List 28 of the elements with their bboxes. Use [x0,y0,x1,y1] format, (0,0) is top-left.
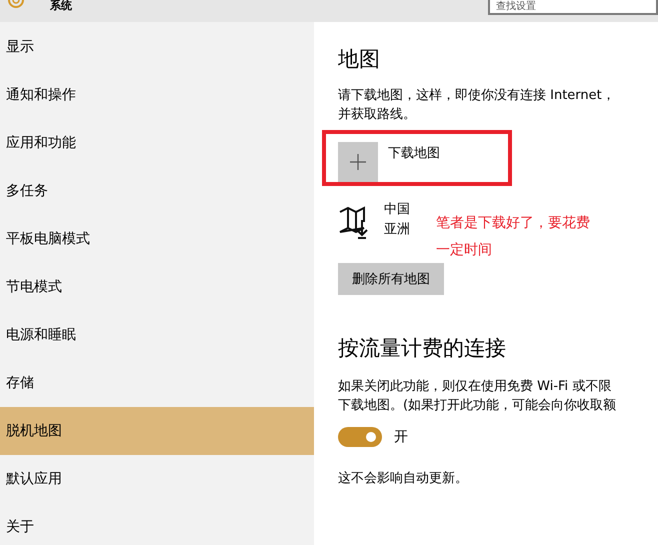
sidebar-item[interactable]: 脱机地图 [0,407,314,455]
sidebar-item[interactable]: 节电模式 [0,263,314,311]
description-text: 请下载地图，这样，即使你没有连接 Internet， [338,87,616,105]
note-text: 这不会影响自动更新。 [338,470,469,487]
description-text: 如果关闭此功能，则仅在使用免费 Wi-Fi 或不限 [338,378,612,396]
sidebar-item[interactable]: 多任务 [0,167,314,215]
sidebar-item[interactable]: 电源和睡眠 [0,311,314,359]
description-text: 下载地图。(如果打开此功能，可能会向你收取额 [338,397,618,415]
download-maps-label[interactable]: 下载地图 [388,144,440,162]
sidebar-item[interactable]: 应用和功能 [0,119,314,167]
map-name: 中国 [384,201,410,219]
plus-icon [350,154,366,170]
delete-all-maps-button[interactable]: 删除所有地图 [338,263,444,295]
annotation-text: 笔者是下载好了，要花费 [436,214,590,233]
description-text: 并获取路线。 [338,106,417,124]
sidebar-item[interactable]: 默认应用 [0,455,314,503]
sidebar-item[interactable]: 平板电脑模式 [0,215,314,263]
sidebar-item[interactable]: 关于 [0,503,314,545]
annotation-text: 一定时间 [436,241,493,260]
map-region: 亚洲 [384,221,410,239]
toggle-switch[interactable] [338,427,382,447]
sidebar-item[interactable]: 显示 [0,23,314,71]
toggle-label: 开 [394,428,408,446]
section-heading: 按流量计费的连接 [338,335,507,362]
sidebar-item[interactable]: 存储 [0,359,314,407]
sidebar-item[interactable]: 通知和操作 [0,71,314,119]
search-field[interactable]: 查找设置 [488,0,658,15]
section-heading: 地图 [338,46,381,73]
